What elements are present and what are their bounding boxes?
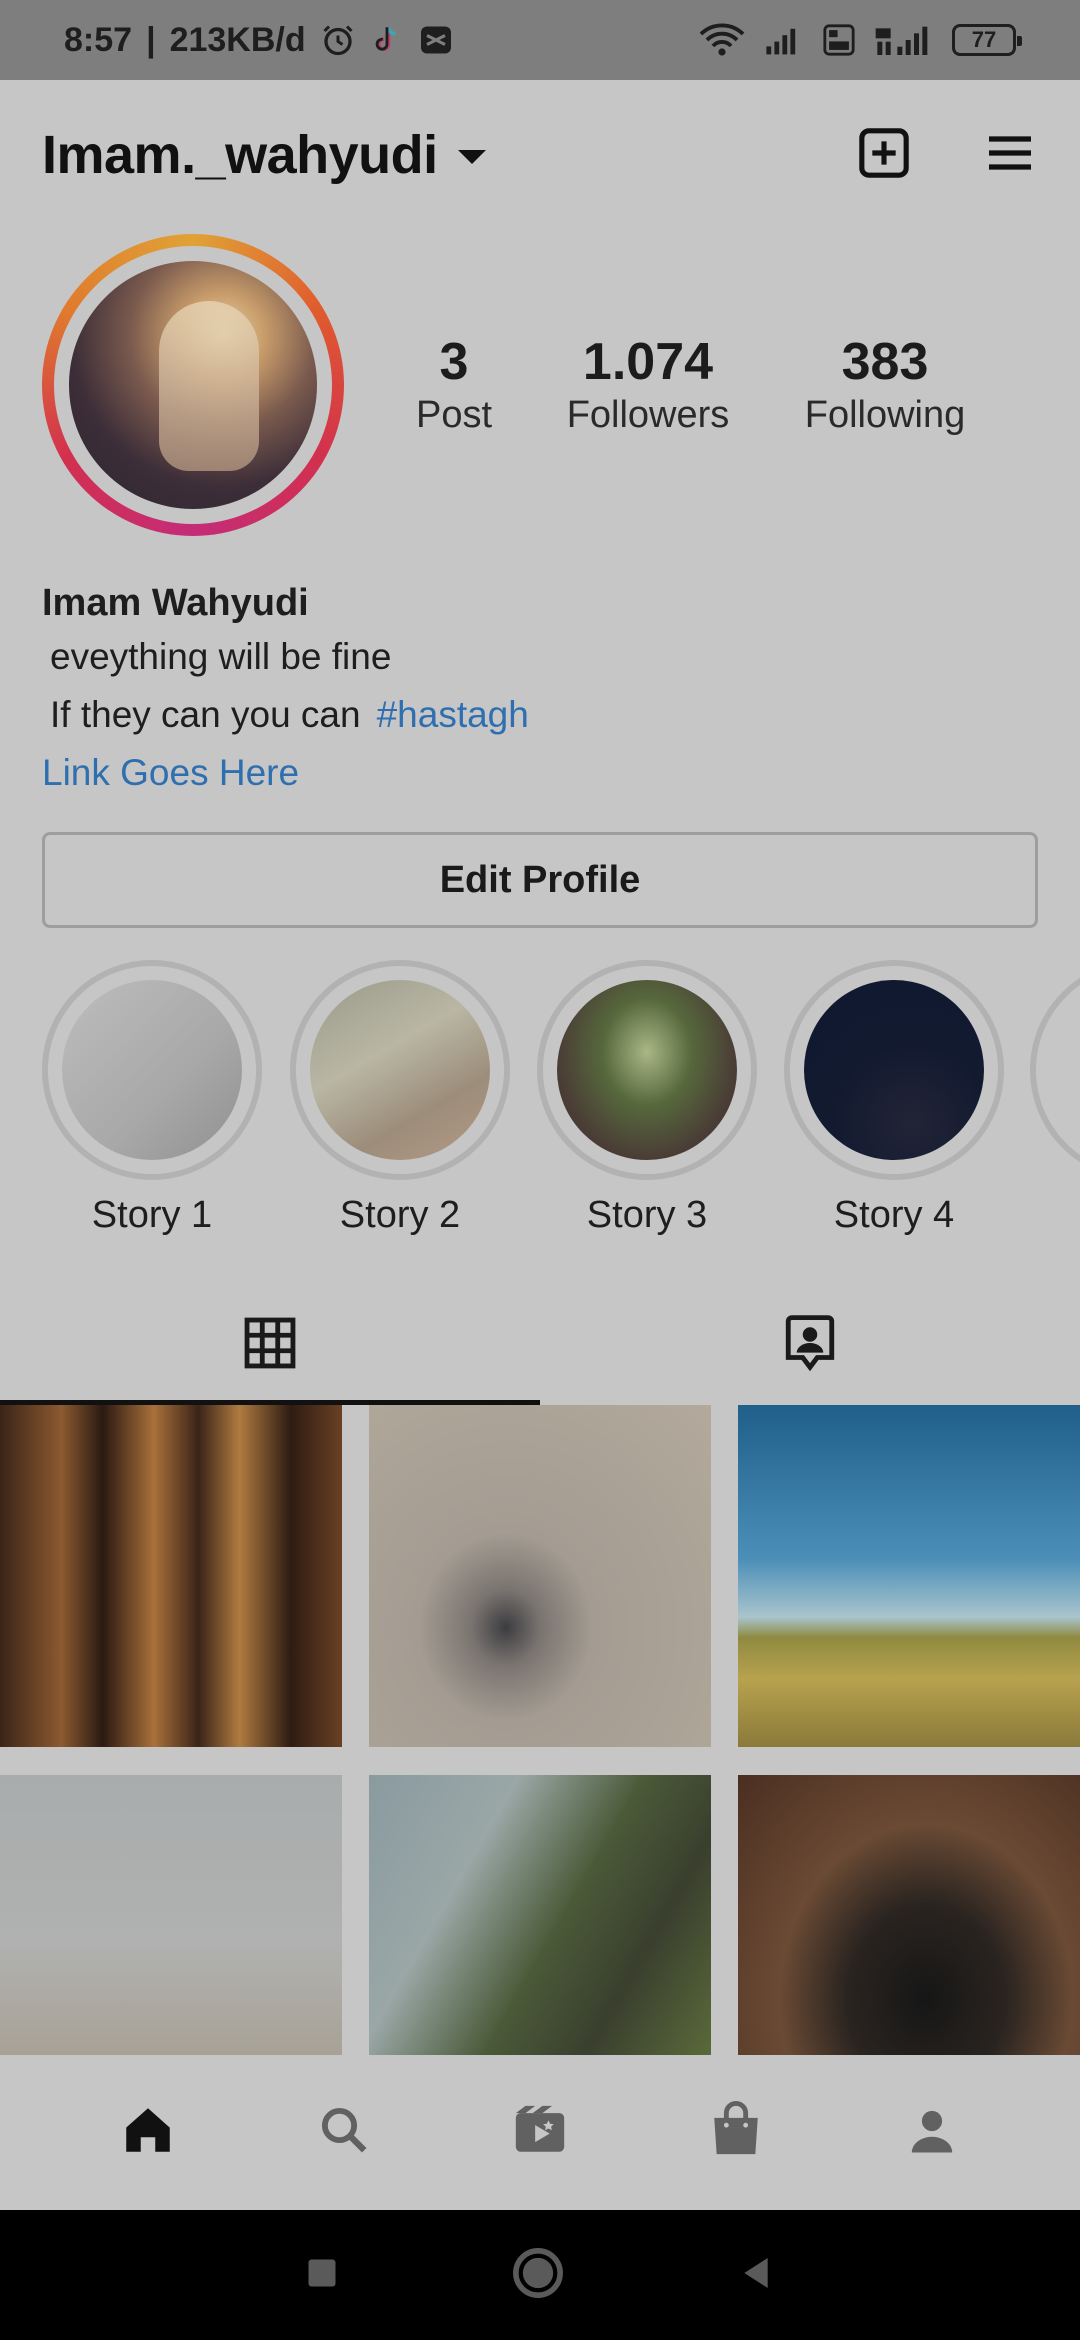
recents-icon[interactable] [304,2255,340,2296]
system-navigation-bar [0,2210,1080,2340]
post-thumbnail[interactable] [369,1405,711,1747]
home-button-icon[interactable] [510,2245,566,2306]
back-icon[interactable] [736,2253,776,2298]
bio-name: Imam Wahyudi [42,582,309,624]
highlight-thumbnail [557,980,737,1160]
bio-line-2-text: If they can you can [50,694,361,735]
stat-followers[interactable]: 1.074 Followers [567,332,730,438]
new-post-icon[interactable] [856,125,912,186]
stat-label: Post [415,394,493,436]
stat-value: 1.074 [582,333,714,391]
nav-shop[interactable] [686,2083,786,2183]
profile-stats: 3 Post 1.074 Followers 383 Following [0,332,1080,442]
stat-following[interactable]: 383 Following [805,332,966,438]
tiktok-icon [370,22,404,58]
highlight-thumbnail [62,980,242,1160]
stat-posts[interactable]: 3 Post [416,332,492,438]
bio-link[interactable]: Link Goes Here [42,744,1042,802]
chevron-down-icon[interactable] [457,150,486,164]
nav-profile[interactable] [882,2083,982,2183]
post-thumbnail[interactable] [369,1775,711,2055]
battery-level: 77 [971,27,997,52]
tagged-icon [783,1314,837,1377]
bio-hashtag[interactable]: #hastagh [377,694,529,735]
stat-value: 383 [841,333,929,391]
status-separator: | [146,20,156,59]
profile-icon [905,2103,959,2162]
capcut-icon [418,22,454,58]
status-bar: 8:57 | 213KB/d 77 [0,0,1080,80]
home-icon [119,2101,177,2164]
highlight-story-3[interactable]: Story 3 [537,960,757,1237]
highlight-label: Story 2 [339,1194,461,1236]
bio-line-2: If they can you can #hastagh [42,686,1042,744]
signal-icon [764,24,804,56]
profile-header: Imam._wahyudi [0,80,1080,230]
highlight-label: Story 1 [91,1194,213,1236]
post-thumbnail[interactable] [738,1775,1080,2055]
reels-icon [511,2101,569,2164]
edit-profile-button[interactable]: Edit Profile [42,832,1038,928]
highlight-label: Story 4 [833,1194,955,1236]
bio: Imam Wahyudi eveything will be fine If t… [42,578,1042,802]
tab-grid[interactable] [0,1285,540,1405]
nav-reels[interactable] [490,2083,590,2183]
stat-label: Following [804,394,966,436]
nav-search[interactable] [294,2083,394,2183]
status-data-rate: 213KB/d [169,20,306,59]
highlight-story-1[interactable]: Story 1 [42,960,262,1237]
highlight-thumbnail [804,980,984,1160]
bottom-navigation [0,2055,1080,2210]
username[interactable]: Imam._wahyudi [42,124,438,186]
alarm-icon [320,22,356,58]
highlight-story-2[interactable]: Story 2 [290,960,510,1237]
status-time: 8:57 [64,20,133,59]
highlight-story-partial[interactable] [1030,960,1080,1180]
shop-icon [709,2101,763,2164]
highlight-thumbnail [310,980,490,1160]
battery-icon: 77 [952,24,1022,56]
story-highlights: Story 1 Story 2 Story 3 Story 4 [0,960,1080,1250]
bio-line-1: eveything will be fine [50,636,392,677]
grid-icon [241,1314,299,1377]
menu-icon[interactable] [982,125,1038,186]
post-thumbnail[interactable] [0,1775,342,2055]
post-thumbnail[interactable] [738,1405,1080,1747]
tab-tagged[interactable] [540,1285,1080,1405]
highlight-story-4[interactable]: Story 4 [784,960,1004,1237]
stat-value: 3 [439,333,469,391]
post-thumbnail[interactable] [0,1405,342,1747]
highlight-label: Story 3 [586,1194,708,1236]
profile-tabs [0,1285,1080,1405]
volte-icon [822,23,856,57]
stat-label: Followers [566,394,730,436]
nav-home[interactable] [98,2083,198,2183]
wifi-icon [698,22,746,58]
signal-4g-icon [874,23,934,57]
post-grid [0,1405,1080,2055]
search-icon [317,2103,371,2162]
